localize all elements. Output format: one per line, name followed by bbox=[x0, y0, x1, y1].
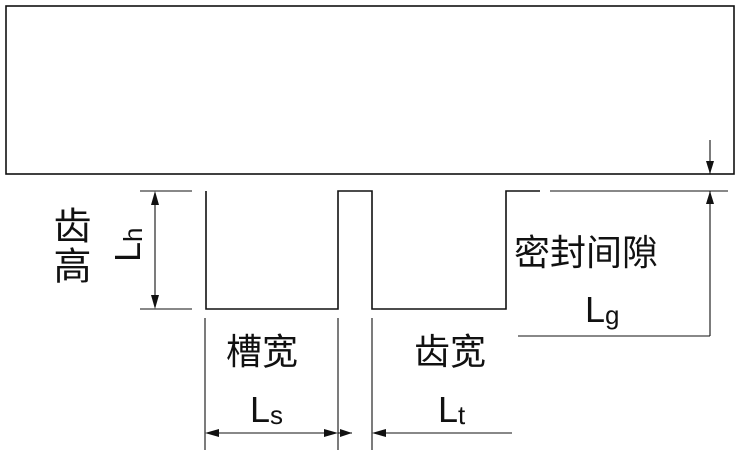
tooth-width-label: 齿宽 bbox=[414, 332, 487, 373]
seal-clearance-symbol: Lg bbox=[585, 289, 620, 330]
seal-clearance-symbol-sub: g bbox=[605, 300, 620, 330]
tooth-height-arrow-bottom bbox=[151, 295, 159, 309]
tooth-profile bbox=[205, 190, 540, 310]
slot-width-symbol-main: L bbox=[250, 389, 271, 430]
slot-width-symbol-sub: s bbox=[270, 400, 284, 430]
tooth-width-symbol-sub: t bbox=[458, 400, 466, 430]
slot-width-arrow-left bbox=[205, 429, 219, 437]
tooth-height-symbol: Lh bbox=[107, 227, 148, 263]
slot-width-label: 槽宽 bbox=[226, 332, 299, 373]
seal-clearance-label: 密封间隙 bbox=[514, 233, 659, 274]
tooth-width-symbol: Lt bbox=[438, 389, 466, 430]
clearance-arrow-top bbox=[706, 161, 714, 174]
rotor-body bbox=[5, 5, 735, 175]
tooth-height-symbol-main: L bbox=[107, 241, 148, 262]
seal-clearance-symbol-main: L bbox=[585, 289, 606, 330]
clearance-arrow-bottom bbox=[706, 191, 714, 204]
slot-width-arrow-right bbox=[324, 429, 338, 437]
slot-width-symbol: Ls bbox=[250, 389, 284, 430]
seal-diagram: 齿高 Lh 槽宽 Ls 齿宽 Lt 密封间隙 Lg bbox=[0, 0, 742, 459]
tooth-height-arrow-top bbox=[151, 191, 159, 205]
tooth-width-arrow-mid bbox=[340, 429, 352, 437]
tooth-height-label: 齿高 bbox=[47, 206, 91, 286]
tooth-width-symbol-main: L bbox=[438, 389, 459, 430]
tooth-width-arrow-left bbox=[372, 429, 386, 437]
tooth-height-symbol-sub: h bbox=[118, 227, 148, 242]
